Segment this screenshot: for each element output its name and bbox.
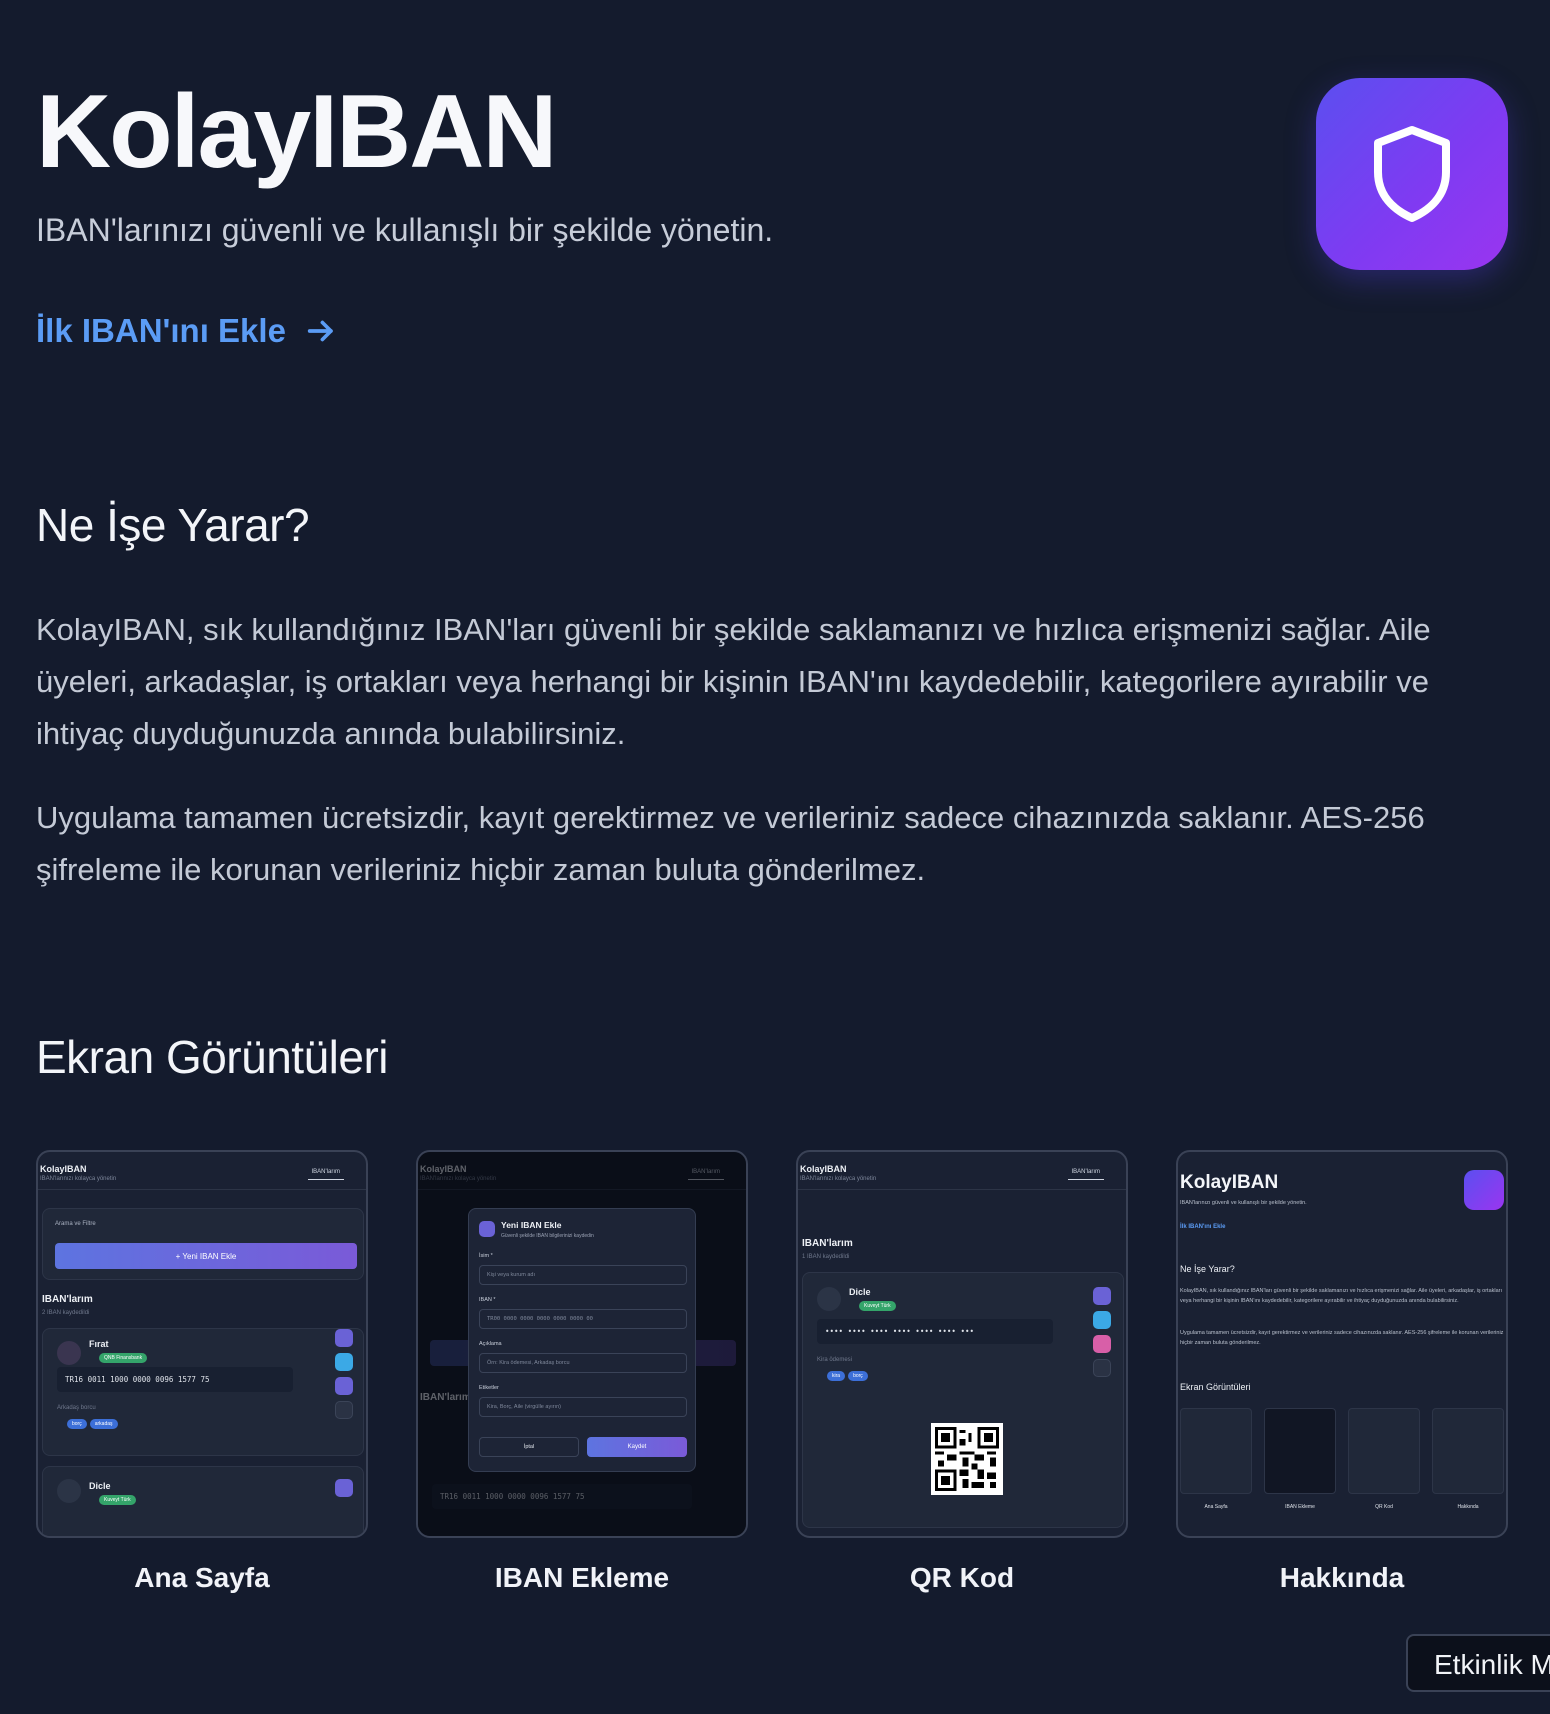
mini-edit-icon — [335, 1479, 353, 1497]
mini-tab: IBAN'larım — [307, 1169, 344, 1180]
mini-bank-badge: QNB Finansbank — [99, 1353, 150, 1363]
mini-tag: arkadaş — [89, 1419, 118, 1429]
shield-icon — [1374, 126, 1450, 222]
screenshot-label: QR Kod — [909, 1562, 1015, 1593]
mini-about-heading: Ne İşe Yarar? — [1180, 1264, 1235, 1274]
mini-count: 2 IBAN kaydedildi — [42, 1310, 90, 1316]
add-first-iban-label: İlk IBAN'ını Ekle — [36, 312, 286, 349]
mini-entry-firat: Fırat QNB Finansbank TR16 0011 1000 0000… — [42, 1328, 364, 1456]
mini-qr-icon — [335, 1377, 353, 1395]
add-first-iban-link[interactable]: İlk IBAN'ını Ekle — [36, 312, 338, 350]
screenshot-qr[interactable]: KolayIBAN IBAN'larınızı kolayca yönetin … — [796, 1150, 1128, 1538]
mini-tags: borç arkadaş — [67, 1419, 121, 1429]
about-paragraph-2: Uygulama tamamen ücretsizdir, kayıt gere… — [36, 800, 1425, 887]
mini-entry-dicle: Dicle Kuveyt Türk •••• •••• •••• •••• ••… — [802, 1272, 1124, 1528]
activity-tooltip: Etkinlik M — [1406, 1634, 1550, 1692]
mini-edit-icon — [1093, 1287, 1111, 1305]
mini-header: KolayIBAN IBAN'larınızı kolayca yönetin … — [38, 1152, 366, 1190]
screenshot-label: Ana Sayfa — [134, 1562, 270, 1593]
mini-desc-label: Açıklama — [479, 1341, 502, 1347]
mini-bank-icon — [817, 1287, 841, 1311]
mini-thumb — [1264, 1408, 1336, 1494]
mini-modal-subtitle: Güvenli şekilde IBAN bilgilerinizi kayde… — [501, 1233, 594, 1239]
mini-screens-heading: Ekran Görüntüleri — [1180, 1382, 1251, 1392]
mini-bank-pill: Kuveyt Türk — [859, 1301, 896, 1311]
mini-entry-note: Arkadaş borcu — [57, 1405, 96, 1411]
mini-bank-badge: Kuveyt Türk — [859, 1301, 899, 1311]
mini-about-p2: Uygulama tamamen ücretsizdir, kayıt gere… — [1180, 1330, 1504, 1346]
mini-delete-icon — [335, 1401, 353, 1419]
mini-bank-icon — [57, 1341, 81, 1365]
mini-masked-iban: •••• •••• •••• •••• •••• •••• ••• — [817, 1319, 1053, 1344]
mini-copy-icon — [1093, 1311, 1111, 1329]
about-paragraph-1: KolayIBAN, sık kullandığınız IBAN'ları g… — [36, 612, 1431, 751]
mini-bank-badge: Kuveyt Türk — [99, 1495, 139, 1505]
mini-add-button: + Yeni IBAN Ekle — [55, 1243, 357, 1269]
mini-tags-label: Etiketler — [479, 1385, 499, 1391]
mini-thumb-label: Ana Sayfa — [1204, 1504, 1228, 1510]
mini-thumb — [1180, 1408, 1252, 1494]
mini-iban-field: TR00 0000 0000 0000 0000 0000 00 — [479, 1309, 687, 1329]
mini-about-subtitle: IBAN'larınızı güvenli ve kullanışlı bir … — [1180, 1200, 1307, 1206]
mini-iban: TR16 0011 1000 0000 0096 1577 75 — [57, 1367, 293, 1392]
mini-thumb — [1432, 1408, 1504, 1494]
mini-entry-dicle: Dicle Kuveyt Türk — [42, 1466, 364, 1536]
mini-about-p1: KolayIBAN, sık kullandığınız IBAN'ları g… — [1180, 1288, 1503, 1304]
mini-tab: IBAN'larım — [1067, 1169, 1104, 1180]
mini-bank-pill: QNB Finansbank — [99, 1353, 148, 1363]
arrow-right-icon — [307, 320, 333, 342]
mini-qr-icon — [1093, 1335, 1111, 1353]
mini-entry-name: Fırat — [89, 1339, 109, 1349]
mini-about-title: KolayIBAN — [1180, 1172, 1279, 1193]
mini-thumb-label: Hakkında — [1457, 1504, 1479, 1510]
mini-entry-name: Dicle — [89, 1481, 111, 1491]
screenshot-label: IBAN Ekleme — [494, 1562, 670, 1593]
mini-entry-note: Kira ödemesi — [817, 1357, 853, 1363]
mini-qr-code — [931, 1423, 1003, 1495]
screenshot-about[interactable]: KolayIBAN IBAN'larınızı güvenli ve kulla… — [1176, 1150, 1508, 1538]
mini-card-icon — [479, 1221, 495, 1237]
mini-desc-field: Örn: Kira ödemesi, Arkadaş borcu — [479, 1353, 687, 1373]
screenshots-heading: Ekran Görüntüleri — [36, 1031, 389, 1083]
mini-thumb-label: IBAN Ekleme — [1285, 1504, 1315, 1510]
mini-tag: borç — [848, 1371, 868, 1381]
mini-tag: kira — [827, 1371, 846, 1381]
mini-save-button: Kaydet — [587, 1437, 687, 1457]
hero-subtitle: IBAN'larınızı güvenli ve kullanışlı bir … — [36, 212, 774, 248]
mini-delete-icon — [1093, 1359, 1111, 1377]
mini-search-card: Arama ve Filtre + Yeni IBAN Ekle — [42, 1208, 364, 1280]
mini-copy-icon — [335, 1353, 353, 1371]
mini-tags-field: Kira, Borç, Aile (virgülle ayırın) — [479, 1397, 687, 1417]
mini-search-label: Arama ve Filtre — [55, 1221, 96, 1227]
mini-edit-icon — [335, 1329, 353, 1347]
mini-header: KolayIBAN IBAN'larınızı kolayca yönetin … — [798, 1152, 1126, 1190]
screenshot-home[interactable]: KolayIBAN IBAN'larınızı kolayca yönetin … — [36, 1150, 368, 1538]
screenshot-label: Hakkında — [1279, 1562, 1405, 1593]
page-title: KolayIBAN — [36, 74, 557, 190]
about-heading: Ne İşe Yarar? — [36, 499, 310, 551]
mini-iban-label: IBAN * — [479, 1297, 496, 1303]
mini-entry-name: Dicle — [849, 1287, 871, 1297]
mini-list-title: IBAN'larım — [802, 1238, 853, 1249]
mini-list-title: IBAN'larım — [42, 1294, 93, 1305]
mini-about-cta: İlk IBAN'ını Ekle — [1180, 1224, 1226, 1230]
mini-shield-icon — [1464, 1170, 1504, 1210]
mini-bank-pill: Kuveyt Türk — [99, 1495, 136, 1505]
mini-count: 1 IBAN kaydedildi — [802, 1254, 850, 1260]
mini-name-label: İsim * — [479, 1253, 493, 1259]
mini-modal-title: Yeni IBAN Ekle — [501, 1220, 562, 1230]
mini-modal: Yeni IBAN Ekle Güvenli şekilde IBAN bilg… — [468, 1208, 696, 1472]
mini-thumb — [1348, 1408, 1420, 1494]
landing-page: KolayIBAN IBAN'larınızı güvenli ve kulla… — [0, 0, 1550, 1714]
app-logo — [1316, 78, 1508, 270]
screenshot-add-iban[interactable]: KolayIBAN IBAN'larınızı kolayca yönetin … — [416, 1150, 748, 1538]
mini-thumb-label: QR Kod — [1375, 1504, 1393, 1510]
mini-name-field: Kişi veya kurum adı — [479, 1265, 687, 1285]
mini-tag: borç — [67, 1419, 87, 1429]
mini-tags: kira borç — [827, 1371, 871, 1381]
mini-bank-icon — [57, 1479, 81, 1503]
mini-cancel-button: İptal — [479, 1437, 579, 1457]
